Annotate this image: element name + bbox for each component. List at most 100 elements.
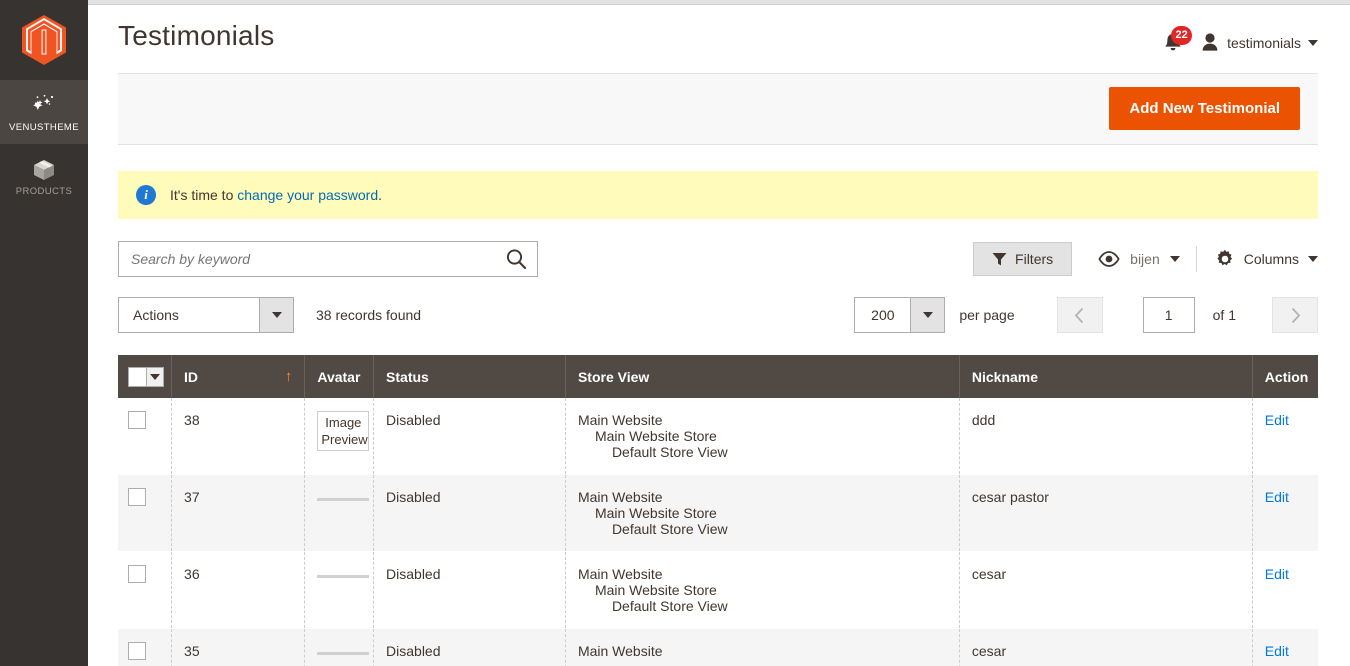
sort-ascending-icon: ↑ <box>284 368 293 386</box>
filter-icon <box>992 252 1007 266</box>
testimonials-table: ID ↑ Avatar Status Store View Nickname A… <box>118 355 1318 666</box>
row-select-cell[interactable] <box>118 551 173 630</box>
select-all-checkbox[interactable] <box>128 366 164 387</box>
page-number-input[interactable] <box>1142 297 1195 334</box>
table-row[interactable]: 37 Disabled Main Website Main Website St… <box>118 474 1318 553</box>
chevron-down-icon <box>1169 256 1180 263</box>
column-header-id[interactable]: ID ↑ <box>171 355 306 399</box>
next-page-button[interactable] <box>1272 297 1318 334</box>
row-select-cell[interactable] <box>118 628 173 666</box>
store-website: Main Website <box>577 643 663 660</box>
filters-label: Filters <box>1015 251 1054 268</box>
view-bookmarks-control[interactable]: bijen <box>1072 251 1196 267</box>
sidebar: VENUSTHEME PRODUCTS <box>0 0 88 666</box>
column-header-store-view[interactable]: Store View <box>565 355 960 399</box>
cell-nickname: cesar pastor <box>959 474 1253 553</box>
per-page-select[interactable]: 200 <box>854 297 946 334</box>
filters-button[interactable]: Filters <box>973 242 1073 277</box>
chevron-down-icon[interactable] <box>147 366 164 387</box>
notifications-button[interactable]: 22 <box>1162 25 1193 55</box>
pagination-controls: 200 per page of 1 <box>854 297 1318 334</box>
table-body: 38 Image Preview Disabled Main Website M… <box>118 398 1318 666</box>
actions-select[interactable]: Actions <box>118 297 294 334</box>
cell-store-view: Main Website <box>565 628 960 666</box>
chevron-down-icon[interactable] <box>910 298 945 333</box>
search-input[interactable] <box>131 251 505 268</box>
admin-page: VENUSTHEME PRODUCTS Testimonials 22 test… <box>0 0 1350 666</box>
store-website: Main Website <box>577 412 663 429</box>
header-actions: 22 testimonials <box>1162 19 1318 55</box>
pager: of 1 <box>1056 297 1318 334</box>
change-password-link[interactable]: change your password <box>237 187 378 203</box>
row-checkbox[interactable] <box>128 642 146 661</box>
notice-prefix: It's time to <box>170 187 238 204</box>
previous-page-button[interactable] <box>1056 297 1103 334</box>
actions-select-value: Actions <box>133 307 179 324</box>
cell-action: Edit <box>1252 628 1318 666</box>
user-icon <box>1202 33 1218 52</box>
user-menu[interactable]: testimonials <box>1200 32 1318 53</box>
row-checkbox[interactable] <box>128 488 146 507</box>
column-header-avatar[interactable]: Avatar <box>304 355 375 399</box>
columns-control[interactable]: Columns <box>1197 249 1318 269</box>
store-group: Main Website Store <box>594 428 717 445</box>
notice-suffix: . <box>378 187 383 204</box>
add-new-testimonial-button[interactable]: Add New Testimonial <box>1109 87 1300 131</box>
column-header-select[interactable] <box>118 355 173 399</box>
row-checkbox[interactable] <box>128 565 146 584</box>
grid-toolbar: Filters bijen Columns <box>118 241 1318 278</box>
sparkles-icon <box>29 92 59 118</box>
edit-link[interactable]: Edit <box>1265 489 1289 505</box>
table-row[interactable]: 38 Image Preview Disabled Main Website M… <box>118 398 1318 476</box>
eye-icon <box>1098 251 1120 267</box>
broken-image-icon <box>317 498 370 502</box>
row-select-cell[interactable] <box>118 398 173 476</box>
page-actions-bar: Add New Testimonial <box>118 72 1318 146</box>
search-icon[interactable] <box>505 248 527 270</box>
chevron-down-icon <box>1308 39 1318 46</box>
sidebar-item-products[interactable]: PRODUCTS <box>0 144 88 208</box>
table-row[interactable]: 36 Disabled Main Website Main Website St… <box>118 551 1318 630</box>
sidebar-item-label: VENUSTHEME <box>9 121 79 133</box>
table-header-row: ID ↑ Avatar Status Store View Nickname A… <box>118 355 1318 399</box>
cell-id: 35 <box>171 628 306 666</box>
chevron-down-icon[interactable] <box>259 298 293 333</box>
per-page-value: 200 <box>871 307 895 324</box>
row-select-cell[interactable] <box>118 474 173 553</box>
column-header-status[interactable]: Status <box>373 355 566 399</box>
cell-id: 37 <box>171 474 306 553</box>
edit-link[interactable]: Edit <box>1265 643 1289 659</box>
table-head: ID ↑ Avatar Status Store View Nickname A… <box>118 355 1318 399</box>
row-checkbox[interactable] <box>128 411 146 430</box>
cell-status: Disabled <box>373 398 566 476</box>
broken-image-icon <box>317 652 370 656</box>
actions-left: Actions 38 records found <box>118 297 422 334</box>
sidebar-item-venustheme[interactable]: VENUSTHEME <box>0 80 88 144</box>
sidebar-item-label: PRODUCTS <box>15 185 73 197</box>
search-box[interactable] <box>118 241 538 278</box>
actions-row: Actions 38 records found 200 per page 1 … <box>118 297 1318 334</box>
password-notice-banner: i It's time to change your password. <box>118 171 1318 220</box>
store-view: Default Store View <box>611 521 728 538</box>
grid-view-controls: Filters bijen Columns <box>973 242 1318 277</box>
column-label-id: ID <box>184 368 199 385</box>
store-website: Main Website <box>577 489 663 506</box>
box-icon <box>30 156 58 182</box>
edit-link[interactable]: Edit <box>1265 566 1289 582</box>
edit-link[interactable]: Edit <box>1265 412 1289 428</box>
records-found-label: 38 records found <box>316 307 422 324</box>
cell-store-view: Main Website Main Website Store Default … <box>565 474 960 553</box>
image-preview-placeholder[interactable]: Image Preview <box>317 411 370 452</box>
cell-id: 38 <box>171 398 306 476</box>
column-header-nickname[interactable]: Nickname <box>959 355 1253 399</box>
cell-action: Edit <box>1252 398 1318 476</box>
table-row[interactable]: 35 Disabled Main Website cesar Edit <box>118 628 1318 666</box>
cell-store-view: Main Website Main Website Store Default … <box>565 398 960 476</box>
cell-action: Edit <box>1252 474 1318 553</box>
chevron-right-icon <box>1291 307 1300 323</box>
view-label: bijen <box>1130 251 1160 268</box>
cell-nickname: cesar <box>959 551 1253 630</box>
magento-logo-link[interactable] <box>0 0 88 80</box>
column-header-action: Action <box>1252 355 1318 399</box>
cell-avatar <box>304 551 375 630</box>
